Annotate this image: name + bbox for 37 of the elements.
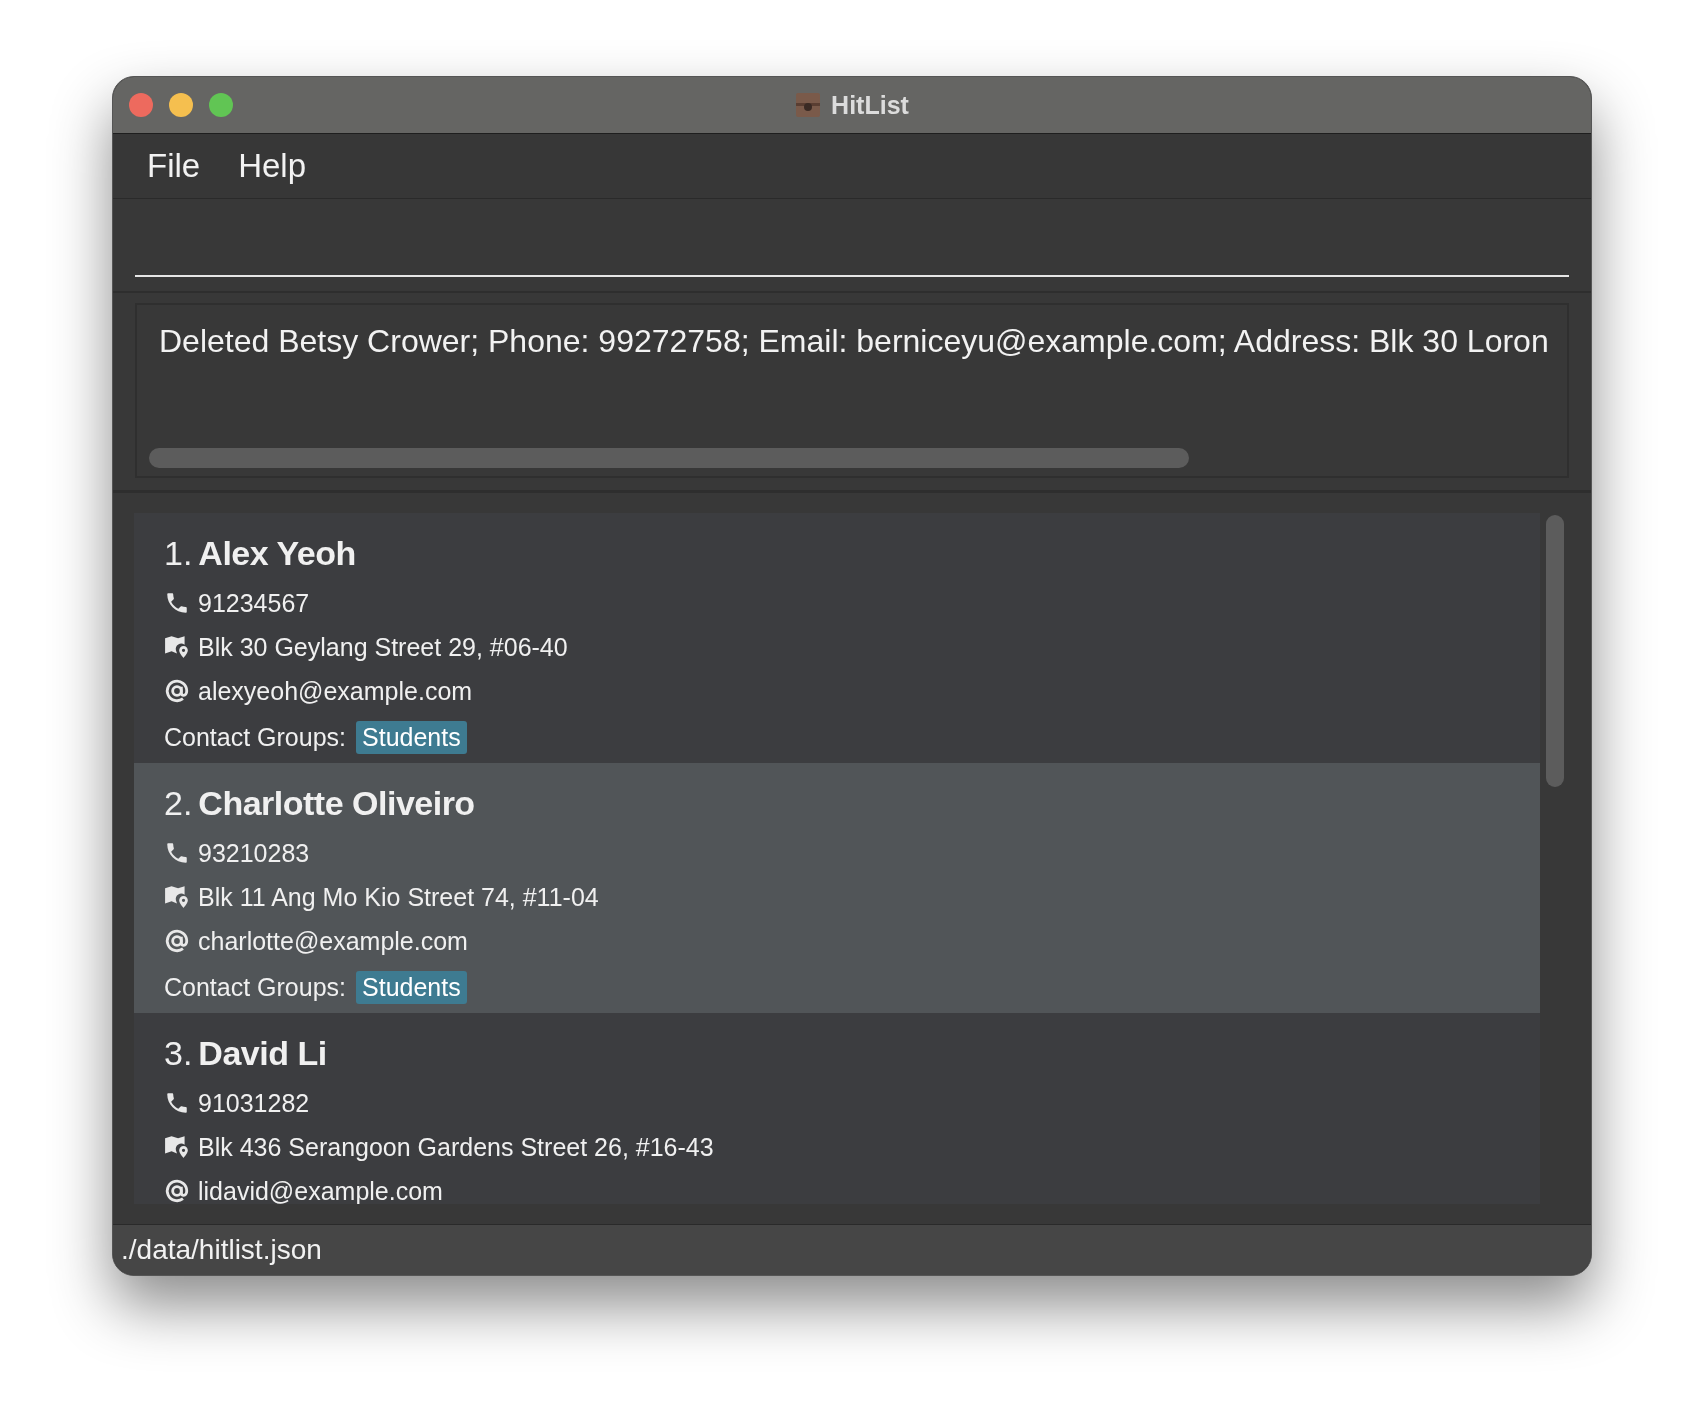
menu-item[interactable]: File bbox=[147, 147, 201, 185]
person-card[interactable]: 2. Charlotte Oliveiro 93210283 Blk 11 Ang Mo Kio Street 74, #11-04 charlotte@example.com Contact Groups: Students bbox=[134, 763, 1540, 1013]
at-sign-icon bbox=[164, 1178, 190, 1204]
at-sign-icon bbox=[164, 928, 190, 954]
map-pin-icon bbox=[164, 634, 190, 660]
person-name: 2. Charlotte Oliveiro bbox=[164, 782, 476, 824]
groups-label: Contact Groups: bbox=[164, 972, 347, 1002]
address-text: Blk 30 Geylang Street 29, #06-40 bbox=[198, 632, 568, 662]
at-sign-icon bbox=[164, 678, 190, 704]
phone-icon bbox=[164, 840, 190, 866]
window-title: HitList bbox=[831, 90, 909, 120]
map-pin-icon bbox=[164, 1134, 190, 1160]
group-tag: Students bbox=[356, 720, 467, 754]
menu-item[interactable]: Help bbox=[238, 147, 307, 185]
zoom-button[interactable] bbox=[209, 93, 233, 117]
box-icon bbox=[795, 92, 822, 118]
person-name: 1. Alex Yeoh bbox=[164, 532, 357, 574]
file-path: ./data/hitlist.json bbox=[121, 1234, 322, 1266]
phone-icon bbox=[164, 1090, 190, 1116]
result-message: Deleted Betsy Crower; Phone: 99272758; Email: berniceyu@example.com; Address: Blk 30 Loron bbox=[159, 323, 1549, 360]
groups-label: Contact Groups: bbox=[164, 722, 347, 752]
minimize-button[interactable] bbox=[169, 93, 193, 117]
address-text: Blk 436 Serangoon Gardens Street 26, #16-43 bbox=[198, 1132, 714, 1162]
email-text: alexyeoh@example.com bbox=[198, 676, 473, 706]
phone-number: 93210283 bbox=[198, 838, 310, 868]
phone-number: 91234567 bbox=[198, 588, 310, 618]
address-text: Blk 11 Ang Mo Kio Street 74, #11-04 bbox=[198, 882, 599, 912]
horizontal-scrollbar[interactable] bbox=[149, 448, 1189, 468]
email-text: charlotte@example.com bbox=[198, 926, 468, 956]
map-pin-icon bbox=[164, 884, 190, 910]
phone-icon bbox=[164, 590, 190, 616]
phone-number: 91031282 bbox=[198, 1088, 310, 1118]
close-button[interactable] bbox=[129, 93, 153, 117]
group-tag: Students bbox=[356, 970, 467, 1004]
vertical-scrollbar[interactable] bbox=[1546, 515, 1564, 787]
person-name: 3. David Li bbox=[164, 1032, 328, 1074]
email-text: lidavid@example.com bbox=[198, 1176, 443, 1204]
